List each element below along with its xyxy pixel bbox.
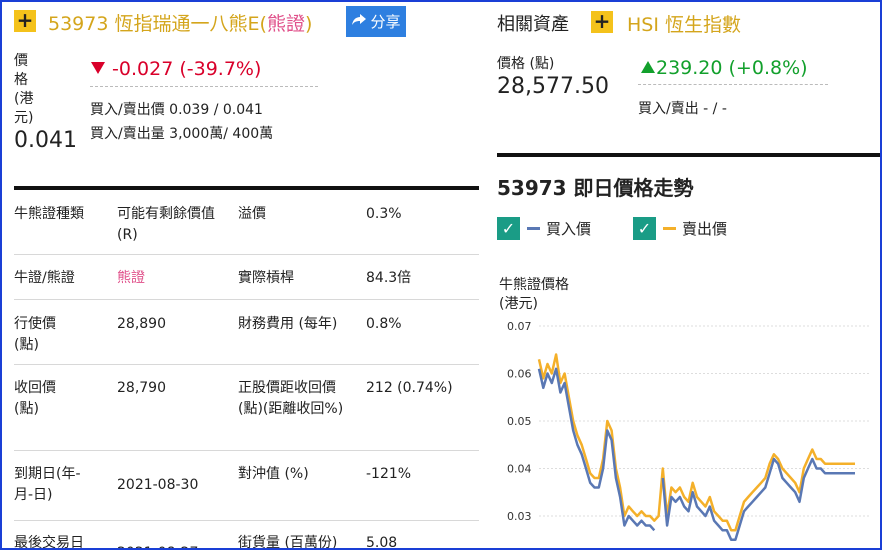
y-tick-label: 0.05 [507, 415, 532, 428]
related-asset-label: 相關資產 [497, 14, 569, 35]
legend-bid[interactable]: ✓ 買入價 [497, 217, 591, 240]
bid-ask-volume: 買入/賣出量 3,000萬/ 400萬 [90, 123, 273, 143]
row-label: 牛證/熊證 [14, 270, 75, 286]
legend-ask-label: 賣出價 [682, 220, 728, 238]
section-divider [497, 153, 880, 157]
underlying-change: 239.20 (+0.8%) [640, 57, 808, 79]
divider [638, 84, 828, 85]
row-label: 財務費用 (每年) [238, 316, 338, 332]
price-label: 價格(港元) [14, 53, 34, 126]
row-value: 28,790 [117, 380, 166, 396]
price-change: -0.027 (-39.7%) [90, 58, 261, 80]
row-label: 正股價距收回價(點)(距離收回%) [238, 380, 344, 417]
row-divider [14, 299, 479, 300]
share-arrow-icon [351, 13, 367, 31]
page-frame: + 53973 恆指瑞通一八熊E(熊證) 分享 價格(港元) 0.041 -0.… [0, 0, 882, 550]
row-label: 最後交易日 [14, 535, 84, 550]
underlying-name: 恆生指數 [665, 14, 742, 36]
warrant-type-link[interactable]: 熊證 [267, 13, 305, 35]
bid-ask-value: 0.039 / 0.041 [169, 102, 263, 118]
add-watchlist-button[interactable]: + [14, 10, 36, 32]
bid-ask-price: 買入/賣出價 0.039 / 0.041 [90, 99, 263, 119]
row-value: 0.8% [366, 316, 402, 332]
row-label: 實際槓桿 [238, 270, 294, 286]
row-divider [14, 254, 479, 255]
row-divider [14, 364, 479, 365]
row-divider [14, 450, 479, 451]
warrant-code: 53973 [48, 13, 109, 35]
row-value: 0.3% [366, 206, 402, 222]
row-value: 2021-08-30 [117, 477, 199, 493]
underlying-title[interactable]: HSI 恆生指數 [627, 10, 741, 37]
row-label: 牛熊證種類 [14, 206, 84, 222]
bid-ask-volume-value: 3,000萬/ 400萬 [169, 126, 274, 142]
section-divider [14, 186, 479, 190]
legend-ask[interactable]: ✓ 賣出價 [633, 217, 727, 240]
row-value: 28,890 [117, 316, 166, 332]
share-label: 分享 [370, 13, 401, 31]
row-value: 5.08 [366, 535, 398, 550]
row-value: -121% [366, 466, 412, 482]
underlying-price-value: 28,577.50 [497, 74, 609, 99]
bid-price-line [537, 367, 855, 542]
price-change-value: -0.027 (-39.7%) [112, 58, 262, 80]
row-label: 街貨量 (百萬份) [238, 535, 338, 550]
legend-bid-label: 買入價 [546, 220, 592, 238]
underlying-code: HSI [627, 14, 659, 36]
checkbox-checked-icon[interactable]: ✓ [497, 217, 520, 240]
row-label: 對沖值 (%) [238, 466, 309, 482]
row-label: 行使價(點) [14, 316, 56, 353]
price-value: 0.041 [14, 128, 77, 153]
chart-title: 53973 即日價格走勢 [497, 176, 694, 200]
checkbox-checked-icon[interactable]: ✓ [633, 217, 656, 240]
chart-y-title: 牛熊證價格(港元) [499, 276, 579, 314]
ask-swatch [663, 227, 676, 230]
row-label: 收回價(點) [14, 380, 56, 417]
row-value: 可能有剩餘價值(R) [117, 206, 215, 243]
underlying-bid-ask: 買入/賣出 - / - [638, 101, 727, 117]
down-triangle-icon [90, 58, 106, 80]
bid-ask-label: 買入/賣出價 [90, 102, 165, 118]
row-value: 2021-08-27 [117, 543, 227, 548]
warrant-title: 53973 恆指瑞通一八熊E(熊證) [48, 13, 313, 35]
y-tick-label: 0.06 [507, 368, 532, 381]
add-underlying-button[interactable]: + [591, 11, 613, 33]
underlying-price-label: 價格 (點) [497, 56, 555, 72]
chart-y-title-text: 牛熊證價格(港元) [499, 277, 569, 312]
warrant-name: 恆指瑞通一八熊E [114, 13, 260, 35]
row-divider [14, 520, 479, 521]
y-tick-label: 0.03 [507, 510, 532, 523]
price-chart: 0.07 0.06 0.05 0.04 0.03 [507, 320, 869, 542]
bid-swatch [527, 227, 540, 230]
row-label: 溢價 [238, 206, 266, 222]
row-label: 到期日(年-月-日) [14, 466, 81, 503]
up-triangle-icon [640, 57, 656, 79]
row-value[interactable]: 熊證 [117, 268, 227, 289]
divider [90, 86, 318, 87]
row-value: 84.3倍 [366, 270, 412, 286]
y-tick-label: 0.07 [507, 320, 532, 333]
share-button[interactable]: 分享 [346, 6, 406, 37]
y-tick-label: 0.04 [507, 463, 532, 476]
bid-ask-volume-label: 買入/賣出量 [90, 126, 165, 142]
row-value: 212 (0.74%) [366, 380, 453, 396]
underlying-change-value: 239.20 (+0.8%) [656, 57, 808, 79]
